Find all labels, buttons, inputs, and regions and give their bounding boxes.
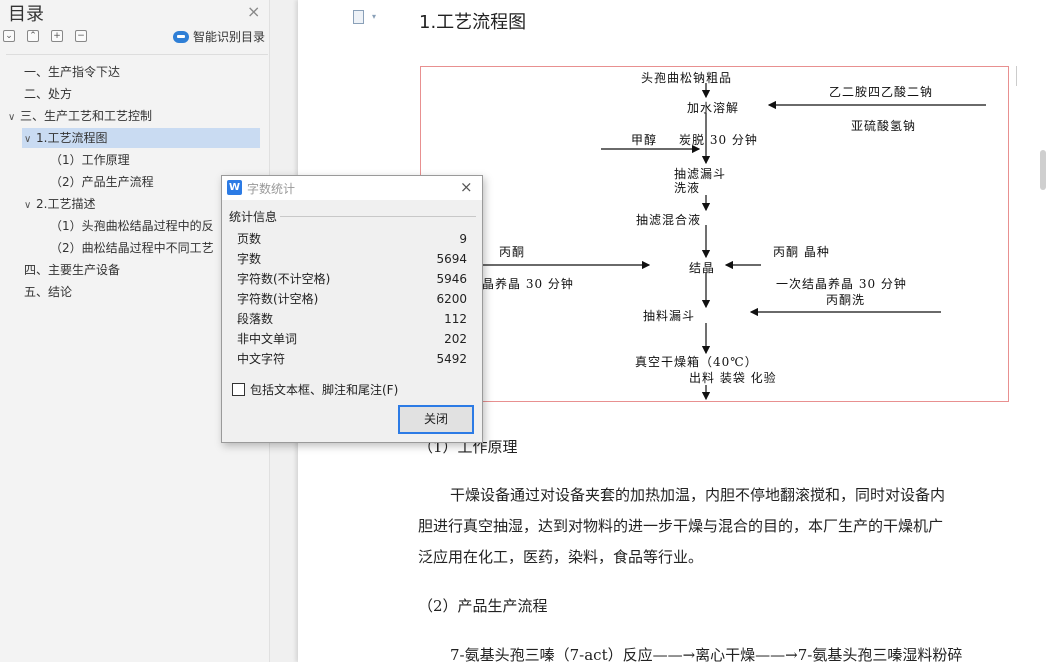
smart-toc-label: 智能识别目录 [193, 30, 266, 44]
stat-value: 9 [459, 232, 467, 246]
paragraph-line: 泛应用在化工，医药，染料，食品等行业。 [418, 548, 704, 566]
wps-logo-icon: W [227, 180, 242, 195]
stat-label: 字符数(计空格) [237, 292, 319, 306]
stat-row: 段落数 112 [237, 309, 467, 329]
stat-value: 5694 [436, 252, 467, 266]
toc-item[interactable]: 二、处方 [12, 84, 72, 104]
toc-item[interactable]: （1）工作原理 [50, 150, 130, 170]
flowchart-label: 抽滤混合液 [636, 213, 702, 227]
toc-item[interactable]: （2）产品生产流程 [50, 172, 154, 192]
toc-item-selected[interactable]: ∨ 1.工艺流程图 [22, 128, 260, 148]
toc-item-label: （1）头孢曲松结晶过程中的反 [50, 219, 214, 233]
stat-value: 202 [444, 332, 467, 346]
smart-recognize-icon [173, 30, 189, 43]
divider [6, 54, 268, 55]
stat-value: 5946 [436, 272, 467, 286]
stat-label: 页数 [237, 232, 262, 246]
flowchart-label: 乙二胺四乙酸二钠 [829, 85, 934, 99]
stat-value: 6200 [436, 292, 467, 306]
flowchart-image: 头孢曲松钠粗品 乙二胺四乙酸二钠 加水溶解 亚硫酸氢钠 甲醇 炭脱 30 分钟 … [420, 66, 1009, 402]
flowchart-label: 结晶养晶 30 分钟 [469, 277, 574, 291]
document-icon[interactable] [353, 10, 364, 24]
toc-item-label: （2）曲松结晶过程中不同工艺 [50, 241, 214, 255]
close-button[interactable]: 关闭 [398, 405, 474, 434]
toc-item[interactable]: ∨ 三、生产工艺和工艺控制 [8, 106, 152, 126]
stat-row: 中文字符 5492 [237, 349, 467, 369]
stat-value: 112 [444, 312, 467, 326]
stat-row: 非中文单词 202 [237, 329, 467, 349]
close-icon[interactable]: × [460, 178, 473, 196]
toc-item[interactable]: （1）头孢曲松结晶过程中的反 [50, 216, 214, 236]
stat-row: 字符数(不计空格) 5946 [237, 269, 467, 289]
stat-row: 字数 5694 [237, 249, 467, 269]
include-textbox-checkbox[interactable]: 包括文本框、脚注和尾注(F) [232, 381, 398, 398]
expand-up-icon[interactable]: ⌃ [27, 30, 39, 42]
collapse-all-icon[interactable]: ⌄ [3, 30, 15, 42]
toc-title: 目录 [8, 4, 44, 25]
stat-label: 非中文单词 [237, 332, 298, 346]
paragraph-line: 7-氨基头孢三嗪（7-act）反应——→离心干燥——→7-氨基头孢三嗪湿料粉碎 [450, 646, 963, 662]
close-icon[interactable]: × [247, 2, 260, 21]
toc-item-label: （1）工作原理 [50, 153, 130, 167]
flowchart-label: 加水溶解 [687, 101, 740, 115]
toc-item-label: 五、结论 [24, 285, 73, 299]
toc-item[interactable]: （2）曲松结晶过程中不同工艺 [50, 238, 214, 258]
chevron-down-icon[interactable]: ∨ [8, 108, 20, 128]
stats-section-label: 统计信息 [229, 210, 278, 224]
toc-item-label: 四、主要生产设备 [24, 263, 121, 277]
scrollbar-thumb[interactable] [1040, 150, 1046, 190]
dialog-title: 字数统计 [247, 182, 296, 196]
dialog-titlebar[interactable]: W 字数统计 × [222, 176, 482, 200]
stat-label: 字数 [237, 252, 262, 266]
flowchart-label: 头孢曲松钠粗品 [641, 71, 733, 85]
toc-item-label: 2.工艺描述 [36, 197, 96, 211]
flowchart-label: 结晶 [689, 261, 716, 275]
stat-row: 字符数(计空格) 6200 [237, 289, 467, 309]
paragraph-line: 胆进行真空抽湿，达到对物料的进一步干燥与混合的目的，本厂生产的干燥机广 [418, 517, 944, 535]
flowchart-label: 丙酮洗 [826, 293, 866, 307]
toc-item-label: 一、生产指令下达 [24, 65, 121, 79]
toc-item-label: （2）产品生产流程 [50, 175, 154, 189]
stat-value: 5492 [436, 352, 467, 366]
add-heading-icon[interactable]: + [51, 30, 63, 42]
chevron-down-icon[interactable]: ▾ [372, 12, 376, 21]
toc-item-label: 1.工艺流程图 [36, 131, 108, 145]
toc-item[interactable]: 五、结论 [12, 282, 72, 302]
flowchart-label: 真空干燥箱（40℃） [635, 355, 758, 369]
smart-toc-button[interactable]: 智能识别目录 [173, 28, 265, 45]
checkbox-label: 包括文本框、脚注和尾注(F) [250, 383, 399, 397]
section-title: （2）产品生产流程 [418, 597, 548, 615]
flowchart-label: 丙酮 [499, 245, 526, 259]
stat-row: 页数 9 [237, 229, 467, 249]
stat-label: 字符数(不计空格) [237, 272, 331, 286]
stat-label: 中文字符 [237, 352, 286, 366]
toc-item[interactable]: 一、生产指令下达 [12, 62, 120, 82]
toc-item-label: 二、处方 [24, 87, 73, 101]
app-window: 目录 × ⌄ ⌃ + − 智能识别目录 一、生产指令下达 二、处方 ∨ 三、生产工… [0, 0, 1049, 662]
toc-item[interactable]: ∨ 2.工艺描述 [24, 194, 95, 214]
toc-item-label: 三、生产工艺和工艺控制 [20, 109, 153, 123]
chevron-down-icon[interactable]: ∨ [24, 130, 36, 150]
flowchart-label: 炭脱 30 分钟 [679, 133, 758, 147]
margin-marker [1016, 66, 1022, 86]
word-count-dialog: W 字数统计 × 统计信息 页数 9 字数 5694 字符数(不计空格) 594… [221, 175, 483, 443]
divider [280, 216, 476, 217]
chevron-down-icon[interactable]: ∨ [24, 196, 36, 216]
toc-item[interactable]: 四、主要生产设备 [12, 260, 120, 280]
page-heading: 1.工艺流程图 [419, 12, 527, 33]
flowchart-label: 亚硫酸氢钠 [851, 119, 917, 133]
flowchart-label: 出料 装袋 化验 [689, 371, 777, 385]
stat-label: 段落数 [237, 312, 274, 326]
remove-heading-icon[interactable]: − [75, 30, 87, 42]
flowchart-label: 洗液 [674, 181, 701, 195]
flowchart-label: 甲醇 [631, 133, 658, 147]
flowchart-label: 抽料漏斗 [643, 309, 696, 323]
paragraph-line: 干燥设备通过对设备夹套的加热加温，内胆不停地翻滚搅和，同时对设备内 [450, 486, 946, 504]
flowchart-label: 丙酮 晶种 [773, 245, 830, 259]
flowchart-label: 一次结晶养晶 30 分钟 [776, 277, 907, 291]
checkbox-box[interactable] [232, 383, 245, 396]
